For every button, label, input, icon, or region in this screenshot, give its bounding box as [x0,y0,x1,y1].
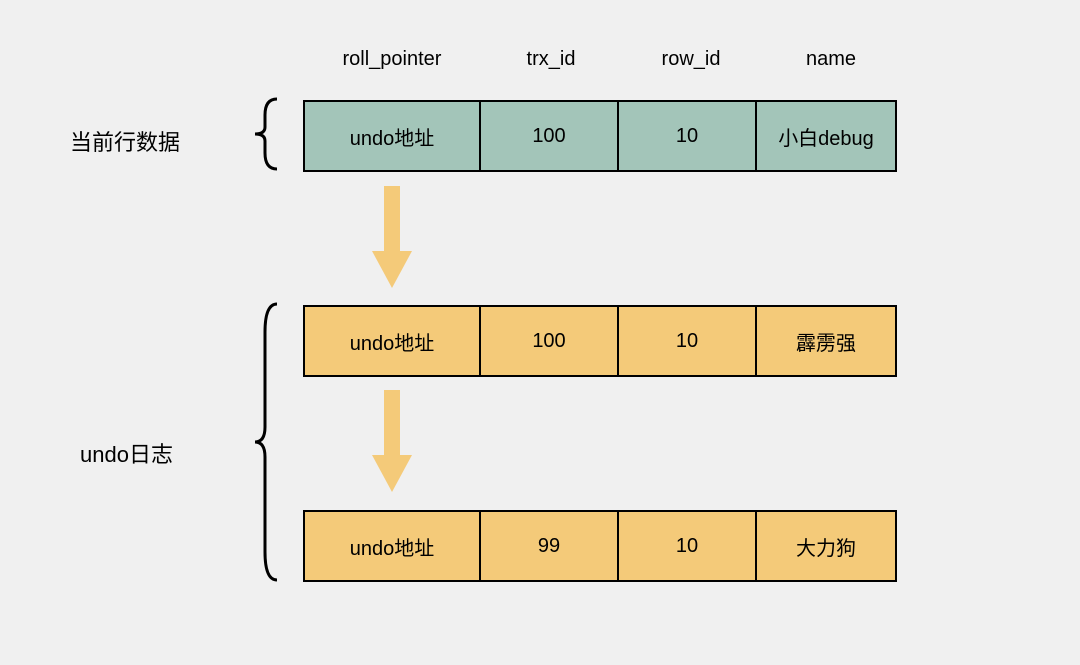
cell-name: 大力狗 [757,512,895,580]
undo-row-1: undo地址 100 10 霹雳强 [303,305,897,377]
cell-row-id: 10 [619,102,757,170]
header-name: name [761,48,901,71]
cell-roll-pointer: undo地址 [305,307,481,375]
cell-roll-pointer: undo地址 [305,512,481,580]
undo-log-label: undo日志 [80,437,173,469]
arrow-down-icon [372,390,412,495]
cell-trx-id: 100 [481,307,619,375]
undo-row-2: undo地址 99 10 大力狗 [303,510,897,582]
current-row-label: 当前行数据 [70,125,180,157]
header-roll-pointer: roll_pointer [303,48,481,71]
cell-trx-id: 99 [481,512,619,580]
cell-name: 霹雳强 [757,307,895,375]
brace-icon [245,97,285,171]
cell-trx-id: 100 [481,102,619,170]
diagram-container: roll_pointer trx_id row_id name 当前行数据 un… [0,0,1080,665]
header-row-id: row_id [621,48,761,71]
current-data-row: undo地址 100 10 小白debug [303,100,897,172]
cell-row-id: 10 [619,512,757,580]
cell-name: 小白debug [757,102,895,170]
column-headers: roll_pointer trx_id row_id name [303,48,901,71]
header-trx-id: trx_id [481,48,621,71]
arrow-down-icon [372,186,412,291]
cell-roll-pointer: undo地址 [305,102,481,170]
cell-row-id: 10 [619,307,757,375]
brace-icon [245,302,285,582]
